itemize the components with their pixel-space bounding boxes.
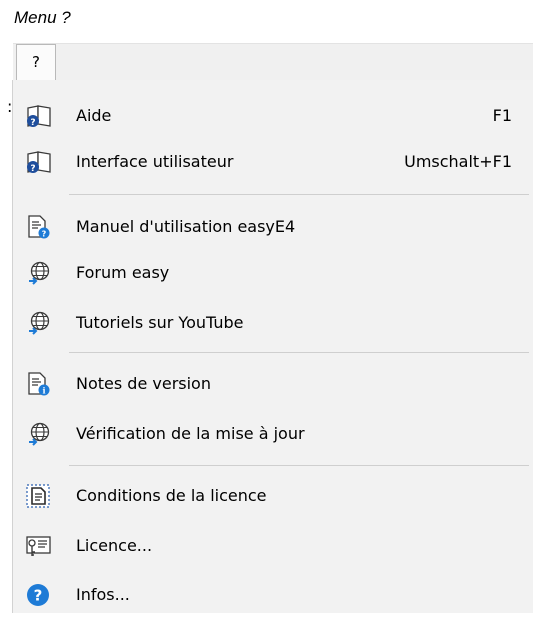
help-dropdown-menu: ? Aide F1 ? Interface utilisateur Umscha… [12,80,533,613]
globe-link-icon [26,422,52,446]
license-document-icon [26,484,52,508]
help-book-icon: ? [26,104,52,128]
menu-item-notes-de-version[interactable]: i Notes de version [13,358,533,410]
shortcut-text: F1 [492,106,512,125]
menu-item-manuel[interactable]: ? Manuel d'utilisation easyE4 [13,201,533,253]
menu-item-label: Notes de version [76,374,211,393]
document-help-icon: ? [26,215,52,239]
document-info-icon: i [26,372,52,396]
globe-link-icon [26,261,52,285]
menu-item-label: Infos... [76,585,130,604]
svg-text:?: ? [30,118,35,128]
menu-separator [69,465,529,466]
menu-bar: ? [13,43,533,81]
help-menu-button[interactable]: ? [16,44,56,81]
svg-text:?: ? [34,587,43,605]
menu-separator [69,194,529,195]
menu-item-label: Tutoriels sur YouTube [76,313,244,332]
menu-item-conditions-licence[interactable]: Conditions de la licence [13,470,533,522]
menu-item-infos[interactable]: ? Infos... [13,569,533,621]
svg-text:?: ? [42,230,47,239]
menu-separator [69,352,529,353]
menu-item-label: Forum easy [76,263,170,282]
help-book-icon: ? [26,150,52,174]
svg-text:i: i [42,386,45,396]
menu-item-label: Interface utilisateur [76,152,234,171]
menu-item-label: Licence... [76,536,153,555]
menu-item-verification-mise-a-jour[interactable]: Vérification de la mise à jour [13,408,533,460]
shortcut-text: Umschalt+F1 [404,152,512,171]
svg-text:?: ? [30,164,35,174]
menu-item-forum[interactable]: Forum easy [13,247,533,299]
menu-item-aide[interactable]: ? Aide F1 [13,90,533,142]
figure-caption: Menu ? [14,8,71,27]
question-circle-icon: ? [26,583,52,607]
menu-item-label: Manuel d'utilisation easyE4 [76,217,296,236]
menu-item-licence[interactable]: Licence... [13,520,533,572]
menu-item-label: Vérification de la mise à jour [76,424,305,443]
menu-item-tutoriels[interactable]: Tutoriels sur YouTube [13,297,533,349]
menu-item-label: Conditions de la licence [76,486,267,505]
license-key-icon [26,534,52,558]
menu-item-interface-utilisateur[interactable]: ? Interface utilisateur Umschalt+F1 [13,136,533,188]
globe-link-icon [26,311,52,335]
menu-item-label: Aide [76,106,112,125]
